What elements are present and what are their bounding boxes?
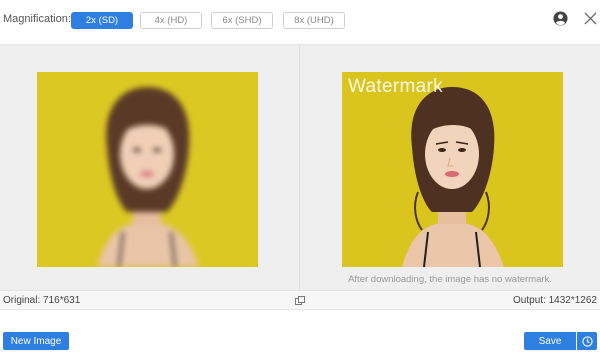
status-bar: Original: 716*631 Output: 1432*1262 bbox=[0, 290, 600, 310]
preview-workspace: Watermark After downloading, the image h… bbox=[0, 44, 600, 291]
portrait-photo-enhanced bbox=[342, 72, 563, 267]
portrait-photo-original bbox=[37, 72, 258, 267]
compare-icon[interactable] bbox=[295, 296, 305, 306]
watermark-text: Watermark bbox=[348, 76, 443, 97]
magnification-4x-button[interactable]: 4x (HD) bbox=[140, 12, 202, 29]
original-size-label: Original: 716*631 bbox=[3, 295, 81, 306]
magnification-8x-button[interactable]: 8x (UHD) bbox=[283, 12, 345, 29]
watermark-note: After downloading, the image has no wate… bbox=[348, 274, 552, 285]
preview-divider bbox=[299, 45, 300, 291]
original-image-preview bbox=[37, 72, 258, 267]
user-circle-icon[interactable] bbox=[553, 11, 568, 26]
output-size-label: Output: 1432*1262 bbox=[513, 295, 597, 306]
magnification-2x-button[interactable]: 2x (SD) bbox=[71, 12, 133, 29]
close-icon[interactable] bbox=[584, 12, 597, 25]
toolbar: Magnification: 2x (SD) 4x (HD) 6x (SHD) … bbox=[0, 0, 600, 40]
output-image-preview: Watermark bbox=[342, 72, 563, 267]
history-button[interactable] bbox=[577, 332, 597, 350]
save-button[interactable]: Save bbox=[524, 332, 576, 350]
magnification-label: Magnification: bbox=[3, 13, 71, 25]
clock-icon bbox=[581, 335, 593, 347]
magnification-6x-button[interactable]: 6x (SHD) bbox=[211, 12, 273, 29]
new-image-button[interactable]: New Image bbox=[3, 332, 69, 350]
